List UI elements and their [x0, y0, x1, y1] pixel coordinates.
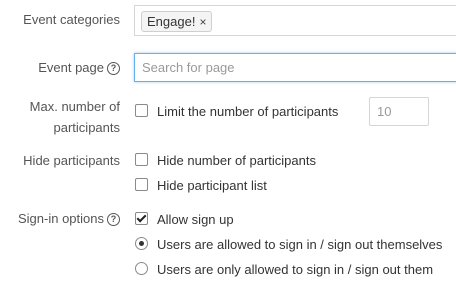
event-categories-label: Event categories: [23, 11, 120, 29]
hide-participants-label: Hide participants: [23, 152, 120, 170]
category-tag-label: Engage!: [147, 14, 196, 29]
signin-restricted-option[interactable]: Users are only allowed to sign in / sign…: [135, 261, 433, 279]
signin-self-label: Users are allowed to sign in / sign out …: [157, 237, 443, 252]
signin-self-option[interactable]: Users are allowed to sign in / sign out …: [135, 236, 442, 254]
help-icon[interactable]: ?: [107, 213, 120, 226]
max-participants-input[interactable]: [369, 97, 429, 126]
signin-restricted-radio[interactable]: [135, 262, 148, 275]
help-icon[interactable]: ?: [107, 62, 120, 75]
max-participants-label-line1: Max. number of: [29, 99, 120, 114]
remove-tag-icon[interactable]: ×: [199, 15, 206, 29]
event-categories-label-text: Event categories: [23, 12, 120, 27]
event-categories-input[interactable]: Engage! ×: [134, 5, 456, 36]
max-participants-label: Max. number of participants: [30, 98, 120, 137]
hide-list-checkbox[interactable]: [135, 178, 148, 191]
hide-participants-label-text: Hide participants: [23, 153, 120, 168]
signin-restricted-label: Users are only allowed to sign in / sign…: [157, 262, 434, 277]
event-page-label: Event page?: [38, 59, 120, 77]
hide-number-option[interactable]: Hide number of participants: [135, 152, 316, 170]
hide-list-option[interactable]: Hide participant list: [135, 177, 267, 195]
signin-self-radio[interactable]: [135, 237, 148, 250]
hide-number-label: Hide number of participants: [157, 153, 316, 168]
limit-participants-label: Limit the number of participants: [157, 104, 339, 119]
page-search-input[interactable]: [134, 53, 456, 82]
event-page-label-text: Event page: [38, 60, 104, 75]
signin-options-label-text: Sign-in options: [18, 211, 104, 226]
signin-options-label: Sign-in options?: [18, 210, 120, 228]
allow-signup-option[interactable]: Allow sign up: [135, 211, 234, 229]
event-settings-form: Event categories Engage!× Event page? Ma…: [0, 0, 456, 286]
allow-signup-checkbox[interactable]: [135, 212, 148, 225]
limit-participants-checkbox[interactable]: [135, 104, 148, 117]
category-tag-engage: Engage! ×: [141, 11, 213, 32]
allow-signup-label: Allow sign up: [157, 212, 234, 227]
limit-participants-option[interactable]: Limit the number of participants: [135, 103, 338, 121]
hide-list-label: Hide participant list: [157, 178, 267, 193]
max-participants-label-line2: participants: [53, 120, 120, 135]
hide-number-checkbox[interactable]: [135, 153, 148, 166]
